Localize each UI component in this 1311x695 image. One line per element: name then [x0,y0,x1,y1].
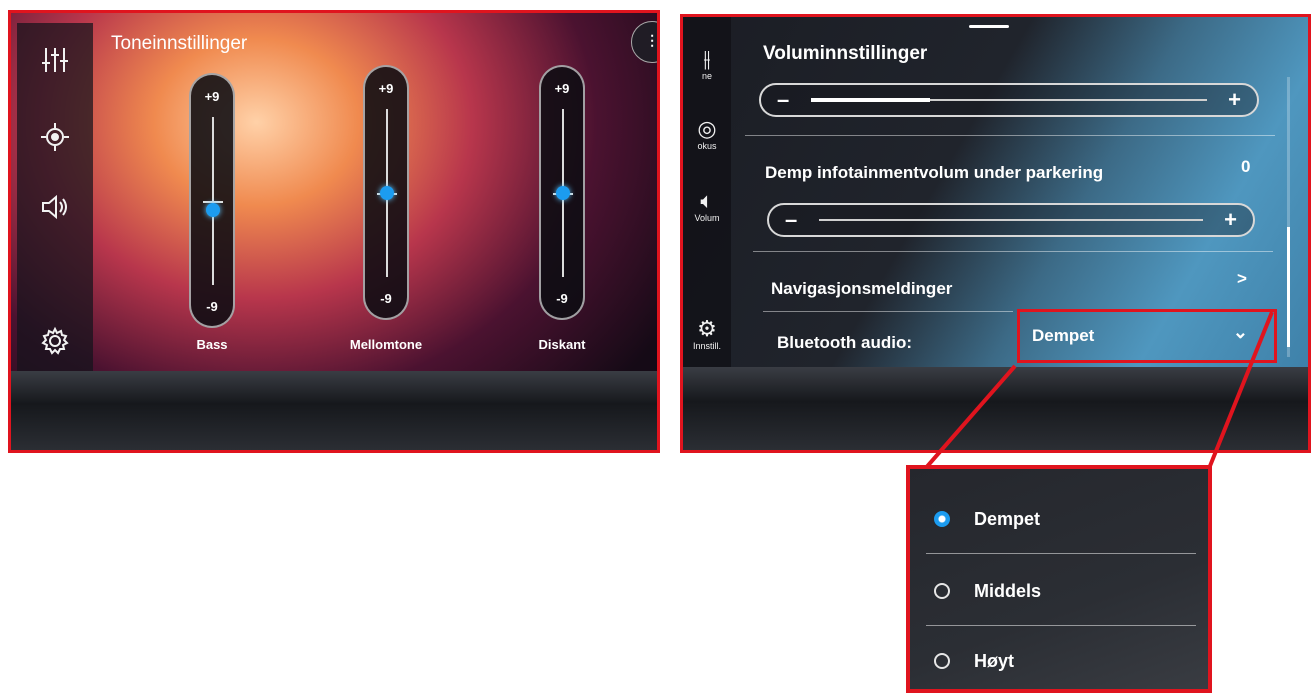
option-label: Dempet [974,509,1041,529]
divider [926,553,1196,554]
divider [926,625,1196,626]
radio-selected-icon[interactable] [934,511,950,527]
radio-unselected-icon[interactable] [934,583,950,599]
option-label: Høyt [974,651,1014,671]
option-label: Middels [974,581,1042,601]
bluetooth-audio-options-popup: Dempet Middels Høyt [906,465,1212,693]
radio-unselected-icon[interactable] [934,653,950,669]
